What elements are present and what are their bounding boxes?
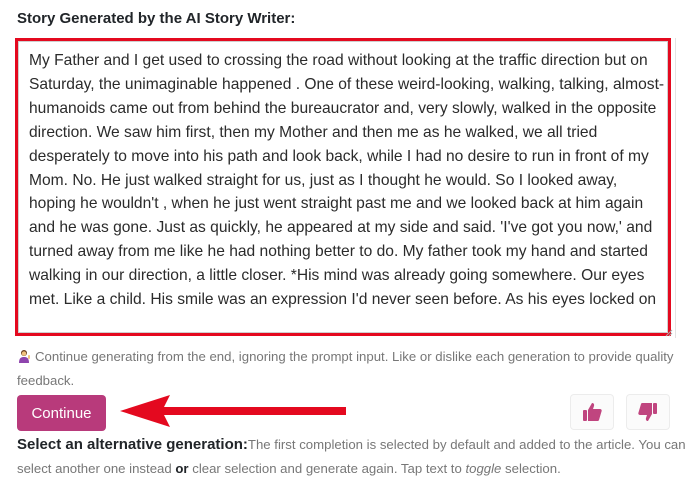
continue-button[interactable]: Continue (17, 395, 106, 431)
person-tipping-hand-icon (19, 350, 30, 363)
dislike-button[interactable] (626, 394, 670, 430)
alt-text-3: selection. (501, 461, 561, 476)
hint-text: Continue generating from the end, ignori… (17, 349, 674, 388)
resize-handle-icon[interactable] (665, 329, 673, 337)
alt-or: or (175, 461, 189, 476)
red-arrow-annotation (120, 395, 346, 427)
thumbs-up-icon (583, 403, 602, 421)
like-button[interactable] (570, 394, 614, 430)
alt-text-2: clear selection and generate again. Tap … (188, 461, 466, 476)
thumbs-down-icon (638, 403, 657, 421)
textarea-right-edge (671, 38, 676, 338)
story-heading: Story Generated by the AI Story Writer: (17, 10, 296, 27)
alternative-generation-info: Select an alternative generation:The fir… (17, 433, 693, 481)
alt-toggle: toggle (465, 461, 502, 476)
story-textarea[interactable]: My Father and I get used to crossing the… (15, 38, 671, 336)
continue-hint: Continue generating from the end, ignori… (17, 345, 677, 393)
story-text[interactable]: My Father and I get used to crossing the… (29, 49, 665, 312)
alt-title: Select an alternative generation: (17, 436, 248, 453)
